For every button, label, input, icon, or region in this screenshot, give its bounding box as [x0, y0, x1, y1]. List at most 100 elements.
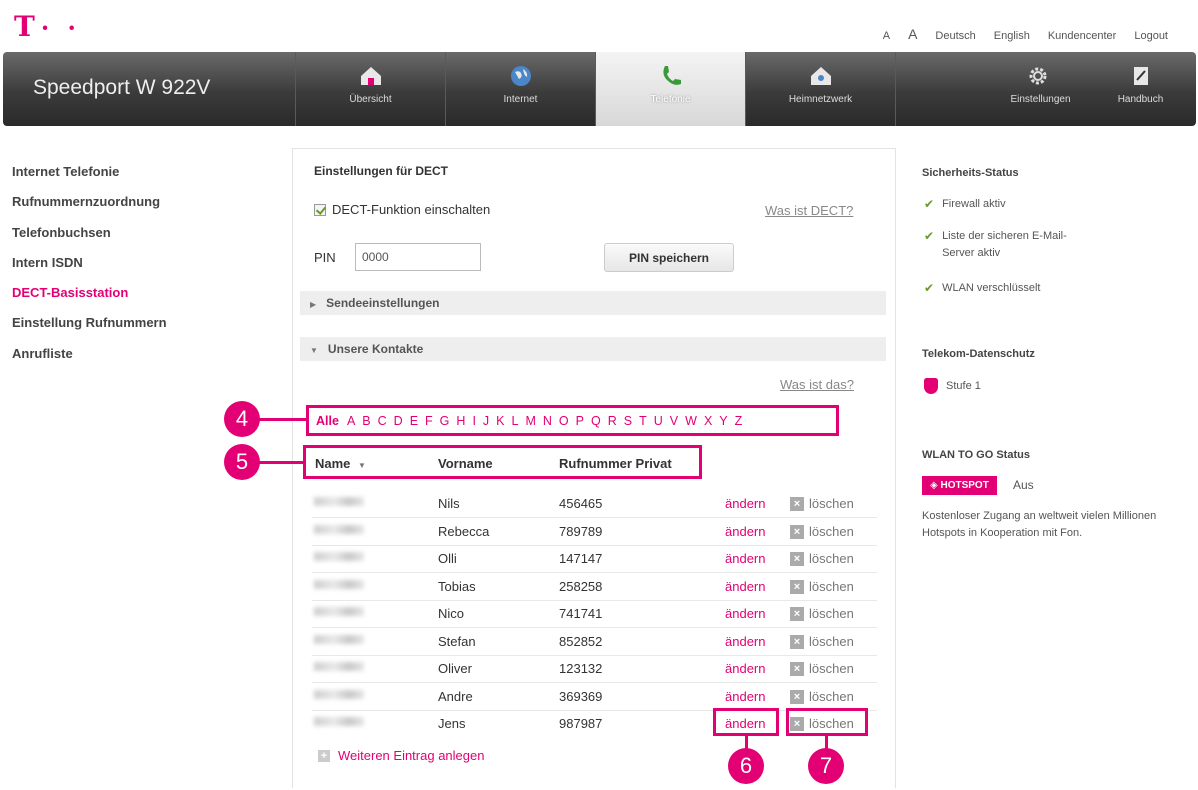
check-icon: ✔: [924, 197, 935, 211]
pin-input[interactable]: [355, 243, 481, 271]
filter-letter[interactable]: K: [496, 414, 504, 428]
nav-tab-telefonie[interactable]: Telefonie: [595, 52, 745, 126]
table-row: Andre 369369 ändern × löschen: [312, 684, 877, 711]
home-icon: [360, 67, 381, 85]
blurred-name: [314, 580, 364, 589]
filter-letter[interactable]: O: [559, 414, 569, 428]
filter-letter[interactable]: V: [670, 414, 678, 428]
filter-letter[interactable]: F: [425, 414, 433, 428]
edit-link[interactable]: ändern: [725, 634, 765, 649]
book-icon: [1133, 67, 1148, 85]
section-unsere-kontakte[interactable]: ▼ Unsere Kontakte: [300, 337, 886, 361]
sidebar-item-rufnummernzuordnung[interactable]: Rufnummernzuordnung: [12, 194, 167, 224]
filter-letter[interactable]: R: [608, 414, 617, 428]
blurred-name: [314, 635, 364, 644]
table-row: Olli 147147 ändern × löschen: [312, 546, 877, 573]
phone-icon: [662, 66, 681, 85]
edit-link[interactable]: ändern: [725, 579, 765, 594]
delete-button[interactable]: × löschen: [790, 606, 854, 621]
save-pin-button[interactable]: PIN speichern: [604, 243, 734, 272]
nav-tab-internet[interactable]: Internet: [445, 52, 595, 126]
logout-link[interactable]: Logout: [1134, 30, 1168, 42]
column-header-vorname[interactable]: Vorname: [438, 456, 493, 471]
filter-letter[interactable]: Q: [591, 414, 601, 428]
edit-link[interactable]: ändern: [725, 689, 765, 704]
sidebar-item-einstellung-rufnummern[interactable]: Einstellung Rufnummern: [12, 315, 167, 345]
filter-letter[interactable]: B: [362, 414, 370, 428]
filter-letter[interactable]: P: [576, 414, 584, 428]
delete-button[interactable]: × löschen: [790, 551, 854, 566]
globe-icon: [510, 66, 531, 86]
font-size-small-link[interactable]: A: [883, 30, 890, 42]
security-item: ✔ Liste der sicheren E-Mail-Server aktiv: [924, 228, 1084, 262]
filter-letter[interactable]: X: [704, 414, 712, 428]
delete-button[interactable]: × löschen: [790, 689, 854, 704]
filter-all[interactable]: Alle: [316, 414, 339, 428]
nav-tab-heimnetzwerk[interactable]: Heimnetzwerk: [745, 52, 895, 126]
table-row: Stefan 852852 ändern × löschen: [312, 629, 877, 656]
filter-letter[interactable]: N: [543, 414, 552, 428]
hotspot-badge[interactable]: ◈ HOTSPOT: [922, 476, 997, 495]
telekom-logo[interactable]: T · ·: [14, 10, 81, 43]
home-network-icon: [810, 67, 831, 85]
privacy-level[interactable]: Stufe 1: [924, 378, 981, 395]
filter-letter[interactable]: Y: [719, 414, 727, 428]
delete-icon: ×: [790, 606, 804, 621]
filter-letter[interactable]: G: [440, 414, 450, 428]
blurred-name: [314, 552, 364, 561]
filter-letter[interactable]: D: [394, 414, 403, 428]
nav-tab-uebersicht[interactable]: Übersicht: [295, 52, 445, 126]
filter-letter[interactable]: W: [685, 414, 697, 428]
sidebar-item-dect-basisstation[interactable]: DECT-Basisstation: [12, 285, 167, 315]
filter-letter[interactable]: C: [378, 414, 387, 428]
add-entry-link[interactable]: + Weiteren Eintrag anlegen: [318, 748, 484, 763]
filter-letter[interactable]: T: [639, 414, 647, 428]
what-is-this-link[interactable]: Was ist das?: [780, 377, 854, 392]
nav-tab-einstellungen[interactable]: Einstellungen: [895, 52, 1085, 126]
delete-button[interactable]: × löschen: [790, 579, 854, 594]
language-deutsch-link[interactable]: Deutsch: [935, 30, 975, 42]
dect-checkbox[interactable]: [314, 203, 326, 216]
delete-button[interactable]: × löschen: [790, 634, 854, 649]
alphabet-filter: Alle A B C D E F G H I J K L M N O P Q R…: [306, 405, 839, 436]
triangle-right-icon: ▶: [310, 300, 317, 309]
filter-letter[interactable]: I: [472, 414, 475, 428]
pin-label: PIN: [314, 250, 336, 265]
language-english-link[interactable]: English: [994, 30, 1030, 42]
edit-link[interactable]: ändern: [725, 496, 765, 511]
column-header-name[interactable]: Name ▼: [315, 456, 366, 471]
nav-tab-handbuch[interactable]: Handbuch: [1085, 52, 1196, 126]
delete-button[interactable]: × löschen: [790, 661, 854, 676]
delete-highlight: [786, 708, 868, 736]
font-size-large-link[interactable]: A: [908, 26, 917, 42]
sidebar-item-telefonbuchsen[interactable]: Telefonbuchsen: [12, 225, 167, 255]
filter-letter[interactable]: E: [410, 414, 418, 428]
sidebar-item-intern-isdn[interactable]: Intern ISDN: [12, 255, 167, 285]
sidebar-item-anrufliste[interactable]: Anrufliste: [12, 346, 167, 376]
filter-letter[interactable]: J: [483, 414, 489, 428]
filter-letter[interactable]: M: [525, 414, 535, 428]
sidebar-item-internet-telefonie[interactable]: Internet Telefonie: [12, 164, 167, 194]
delete-icon: ×: [790, 496, 804, 511]
column-header-rufnummer[interactable]: Rufnummer Privat: [559, 456, 672, 471]
filter-letter[interactable]: H: [456, 414, 465, 428]
filter-letter[interactable]: U: [654, 414, 663, 428]
edit-link[interactable]: ändern: [725, 606, 765, 621]
delete-icon: ×: [790, 524, 804, 539]
top-links: A A Deutsch English Kundencenter Logout: [883, 26, 1168, 42]
delete-button[interactable]: × löschen: [790, 496, 854, 511]
filter-letter[interactable]: A: [347, 414, 355, 428]
kundencenter-link[interactable]: Kundencenter: [1048, 30, 1117, 42]
what-is-dect-link[interactable]: Was ist DECT?: [765, 203, 853, 218]
blurred-name: [314, 607, 364, 616]
filter-letter[interactable]: S: [624, 414, 632, 428]
callout-line: [258, 461, 303, 464]
filter-letter[interactable]: Z: [735, 414, 743, 428]
edit-link[interactable]: ändern: [725, 551, 765, 566]
section-sendeeinstellungen[interactable]: ▶ Sendeeinstellungen: [300, 291, 886, 315]
delete-button[interactable]: × löschen: [790, 524, 854, 539]
filter-letter[interactable]: L: [512, 414, 519, 428]
edit-link[interactable]: ändern: [725, 524, 765, 539]
edit-link[interactable]: ändern: [725, 661, 765, 676]
dect-toggle[interactable]: DECT-Funktion einschalten: [314, 202, 490, 217]
